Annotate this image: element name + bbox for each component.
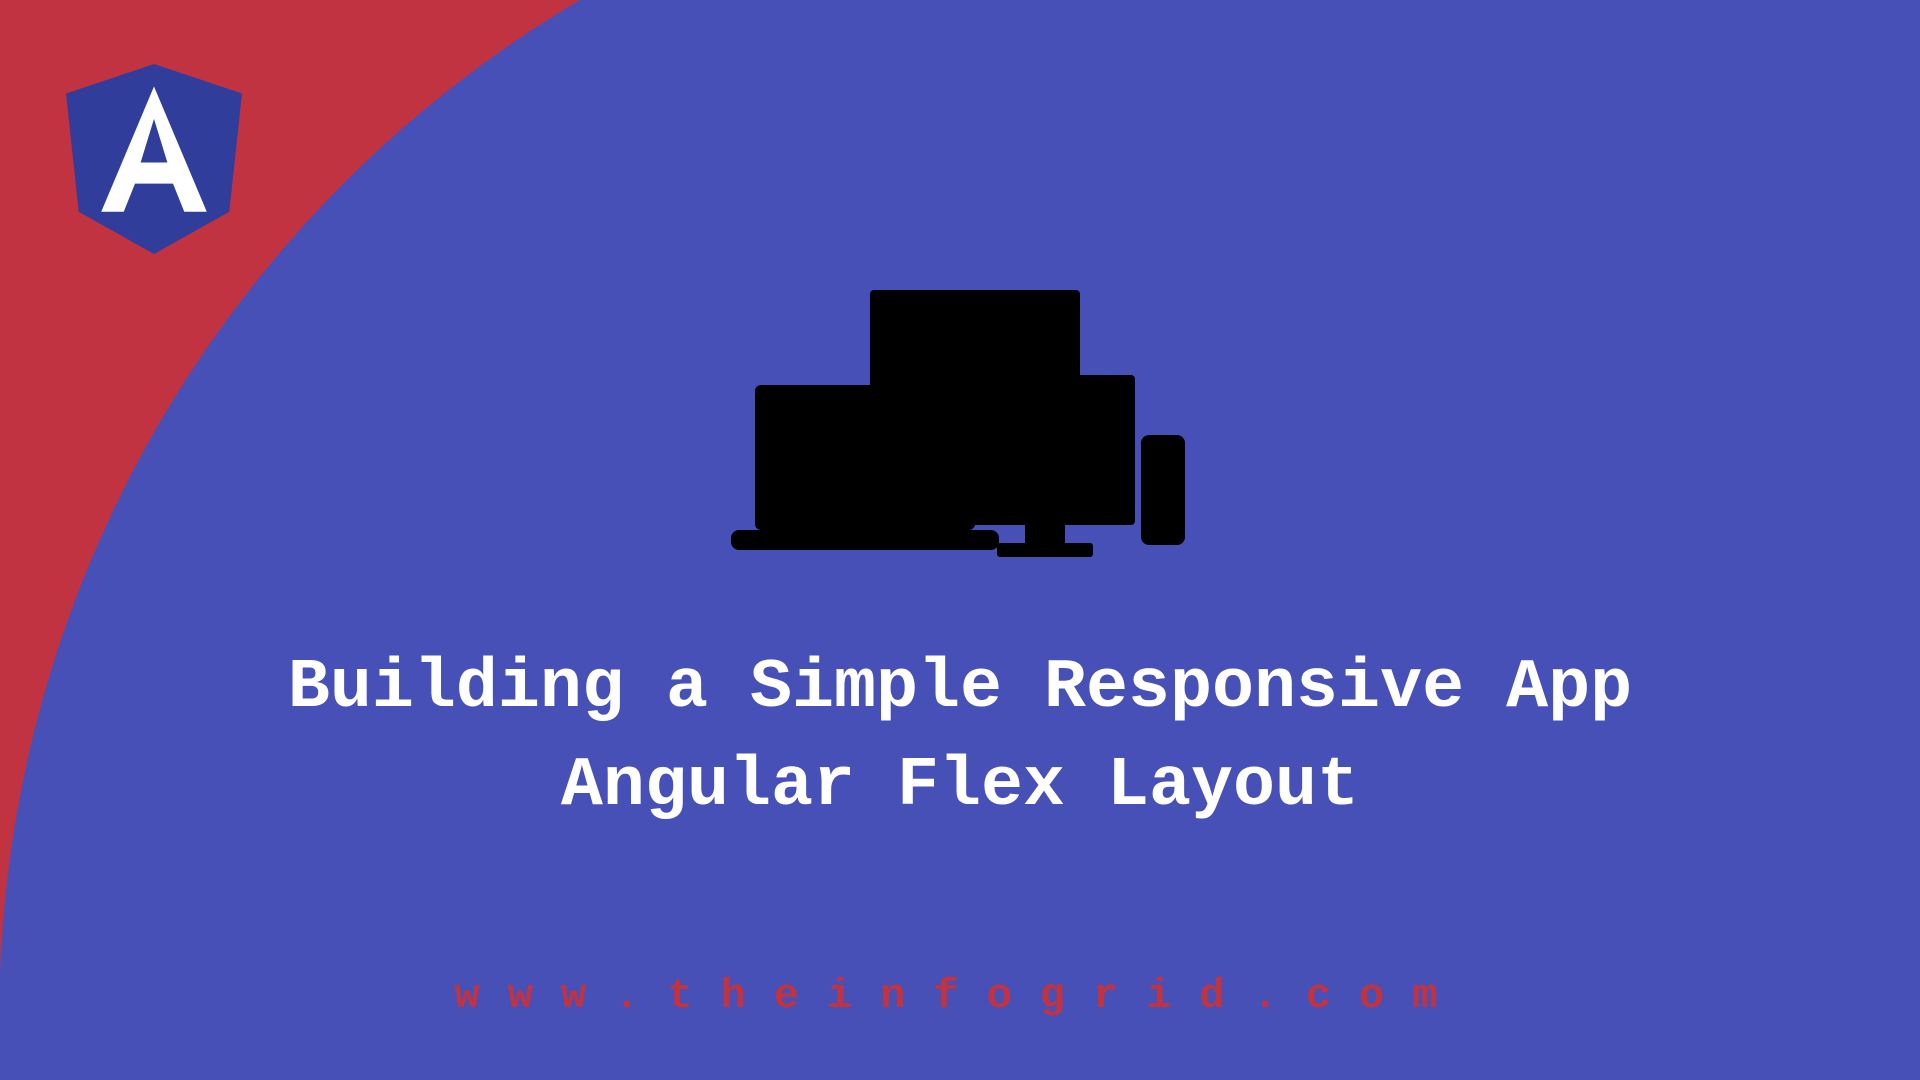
banner-title: Building a Simple Responsive App Angular… xyxy=(0,640,1920,836)
banner-canvas: Building a Simple Responsive App Angular… xyxy=(0,0,1920,1080)
title-line-2: Angular Flex Layout xyxy=(0,738,1920,836)
angular-logo-icon xyxy=(64,64,244,254)
responsive-devices-icon xyxy=(725,290,1195,570)
title-line-1: Building a Simple Responsive App xyxy=(0,640,1920,738)
footer-url: www.theinfogrid.com xyxy=(0,972,1920,1020)
